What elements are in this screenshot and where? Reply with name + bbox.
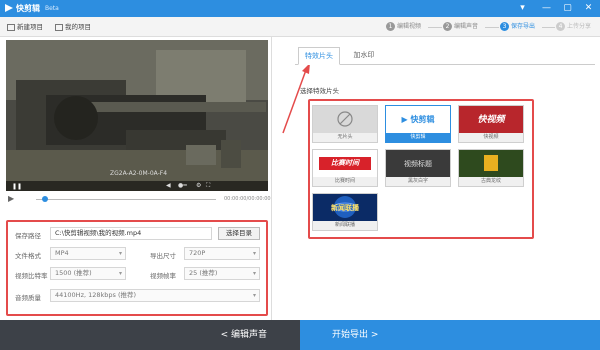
progress-knob[interactable] — [42, 196, 48, 202]
size-select[interactable]: 720P ▾ — [184, 247, 260, 260]
chevron-down-icon: ▾ — [118, 270, 122, 277]
playback-bar: ▶ 00:00:00/00:00:00 — [6, 193, 271, 205]
step-number: 2 — [443, 22, 452, 31]
format-label: 文件格式 — [15, 252, 41, 260]
step-upload-share: 4 上传分享 — [556, 21, 591, 33]
video-overlay-controls: ❚❚ ◀ ●━ ⚙ ⛶ — [6, 181, 268, 191]
chevron-down-icon: ▾ — [252, 270, 256, 277]
play-icon[interactable]: ▶ — [8, 194, 14, 203]
step-number: 3 — [500, 22, 509, 31]
previous-step-button[interactable]: < 编辑声音 — [0, 320, 300, 350]
step-number: 4 — [556, 22, 565, 31]
step-save-export[interactable]: 3 保存导出 — [500, 21, 535, 33]
minimize-button[interactable]: — — [540, 2, 553, 15]
save-path-row: 保存路径 C:\快剪辑视频\我的视频.mp4 选择目录 — [8, 226, 266, 242]
video-preview[interactable]: ZG2A-A2-0M-0A-F4 ❚❚ ◀ ●━ ⚙ ⛶ — [6, 40, 268, 191]
video-frame-image — [6, 40, 268, 191]
step-label: 编辑视频 — [397, 23, 422, 30]
new-project-button[interactable]: 新建项目 — [7, 21, 43, 33]
new-project-label: 新建项目 — [17, 23, 43, 31]
left-panel: ZG2A-A2-0M-0A-F4 ❚❚ ◀ ●━ ⚙ ⛶ ▶ 00:00:00/… — [0, 37, 272, 320]
audio-quality-value: 44100Hz, 128kbps (推荐) — [55, 291, 137, 299]
format-select[interactable]: MP4 ▾ — [50, 247, 126, 260]
progress-track[interactable] — [36, 199, 216, 200]
bitrate-value: 1500 (推荐) — [55, 269, 92, 277]
choose-directory-button[interactable]: 选择目录 — [218, 227, 260, 240]
step-number: 1 — [386, 22, 395, 31]
my-projects-button[interactable]: 我的项目 — [55, 21, 91, 33]
tab-opening-effects[interactable]: 特效片头 — [298, 47, 340, 65]
overlay-pause-icon[interactable]: ❚❚ — [12, 183, 22, 190]
volume-icon[interactable]: ◀ — [166, 182, 171, 189]
maximize-button[interactable]: ▢ — [561, 2, 574, 15]
playback-time: 00:00:00/00:00:00 — [224, 196, 271, 202]
folder-icon — [55, 23, 63, 31]
bitrate-select[interactable]: 1500 (推荐) ▾ — [50, 267, 126, 280]
fps-select[interactable]: 25 (推荐) ▾ — [184, 267, 260, 280]
chevron-down-icon: ▾ — [118, 250, 122, 257]
chevron-down-icon: ▾ — [252, 292, 256, 299]
right-panel: 特效片头 加水印 选择特效片头 无片头 ▶ 快剪辑 快剪辑 快视频 快视频 比赛… — [273, 37, 600, 320]
app-name: 快剪辑 — [16, 4, 40, 13]
menu-dropdown-button[interactable]: ▾ — [516, 2, 529, 15]
chevron-down-icon: ▾ — [252, 250, 256, 257]
step-connector — [542, 27, 555, 28]
settings-icon[interactable]: ⚙ — [196, 182, 201, 189]
export-settings-panel: 保存路径 C:\快剪辑视频\我的视频.mp4 选择目录 文件格式 MP4 ▾ 导出… — [6, 220, 268, 316]
step-connector — [428, 27, 442, 28]
bitrate-fps-row: 视频比特率 1500 (推荐) ▾ 视频帧率 25 (推荐) ▾ — [8, 266, 266, 282]
audio-quality-select[interactable]: 44100Hz, 128kbps (推荐) ▾ — [50, 289, 260, 302]
save-path-input[interactable]: C:\快剪辑视频\我的视频.mp4 — [50, 227, 212, 240]
step-label: 保存导出 — [511, 23, 536, 30]
my-projects-label: 我的项目 — [65, 23, 91, 31]
step-label: 上传分享 — [567, 23, 592, 30]
save-path-label: 保存路径 — [15, 232, 41, 240]
app-logo-icon — [5, 4, 13, 12]
fps-label: 视频帧率 — [150, 272, 176, 280]
bitrate-label: 视频比特率 — [15, 272, 48, 280]
video-caption: ZG2A-A2-0M-0A-F4 — [110, 170, 168, 177]
overlay-slider-icon[interactable]: ●━ — [178, 182, 187, 189]
beta-badge: Beta — [45, 5, 59, 12]
step-edit-audio[interactable]: 2 编辑声音 — [443, 21, 478, 33]
fps-value: 25 (推荐) — [189, 269, 218, 277]
title-bar: 快剪辑 Beta ▾ — ▢ ✕ — [0, 0, 600, 17]
size-value: 720P — [189, 249, 206, 257]
size-label: 导出尺寸 — [150, 252, 176, 260]
step-edit-video[interactable]: 1 编辑视频 — [386, 21, 421, 33]
new-project-icon — [7, 23, 15, 31]
audio-quality-row: 音频质量 44100Hz, 128kbps (推荐) ▾ — [8, 288, 266, 304]
annotation-arrow-icon — [282, 63, 310, 134]
close-button[interactable]: ✕ — [582, 2, 595, 15]
fullscreen-icon[interactable]: ⛶ — [206, 182, 210, 190]
toolbar: 新建项目 我的项目 1 编辑视频 2 编辑声音 3 保存导出 4 上传分享 — [0, 17, 600, 37]
step-label: 编辑声音 — [454, 23, 479, 30]
start-export-button[interactable]: 开始导出 > — [300, 320, 600, 350]
format-size-row: 文件格式 MP4 ▾ 导出尺寸 720P ▾ — [8, 246, 266, 262]
step-connector — [485, 27, 499, 28]
bottom-nav-bar: < 编辑声音 开始导出 > — [0, 320, 600, 350]
audio-quality-label: 音频质量 — [15, 294, 41, 302]
format-value: MP4 — [55, 249, 69, 257]
